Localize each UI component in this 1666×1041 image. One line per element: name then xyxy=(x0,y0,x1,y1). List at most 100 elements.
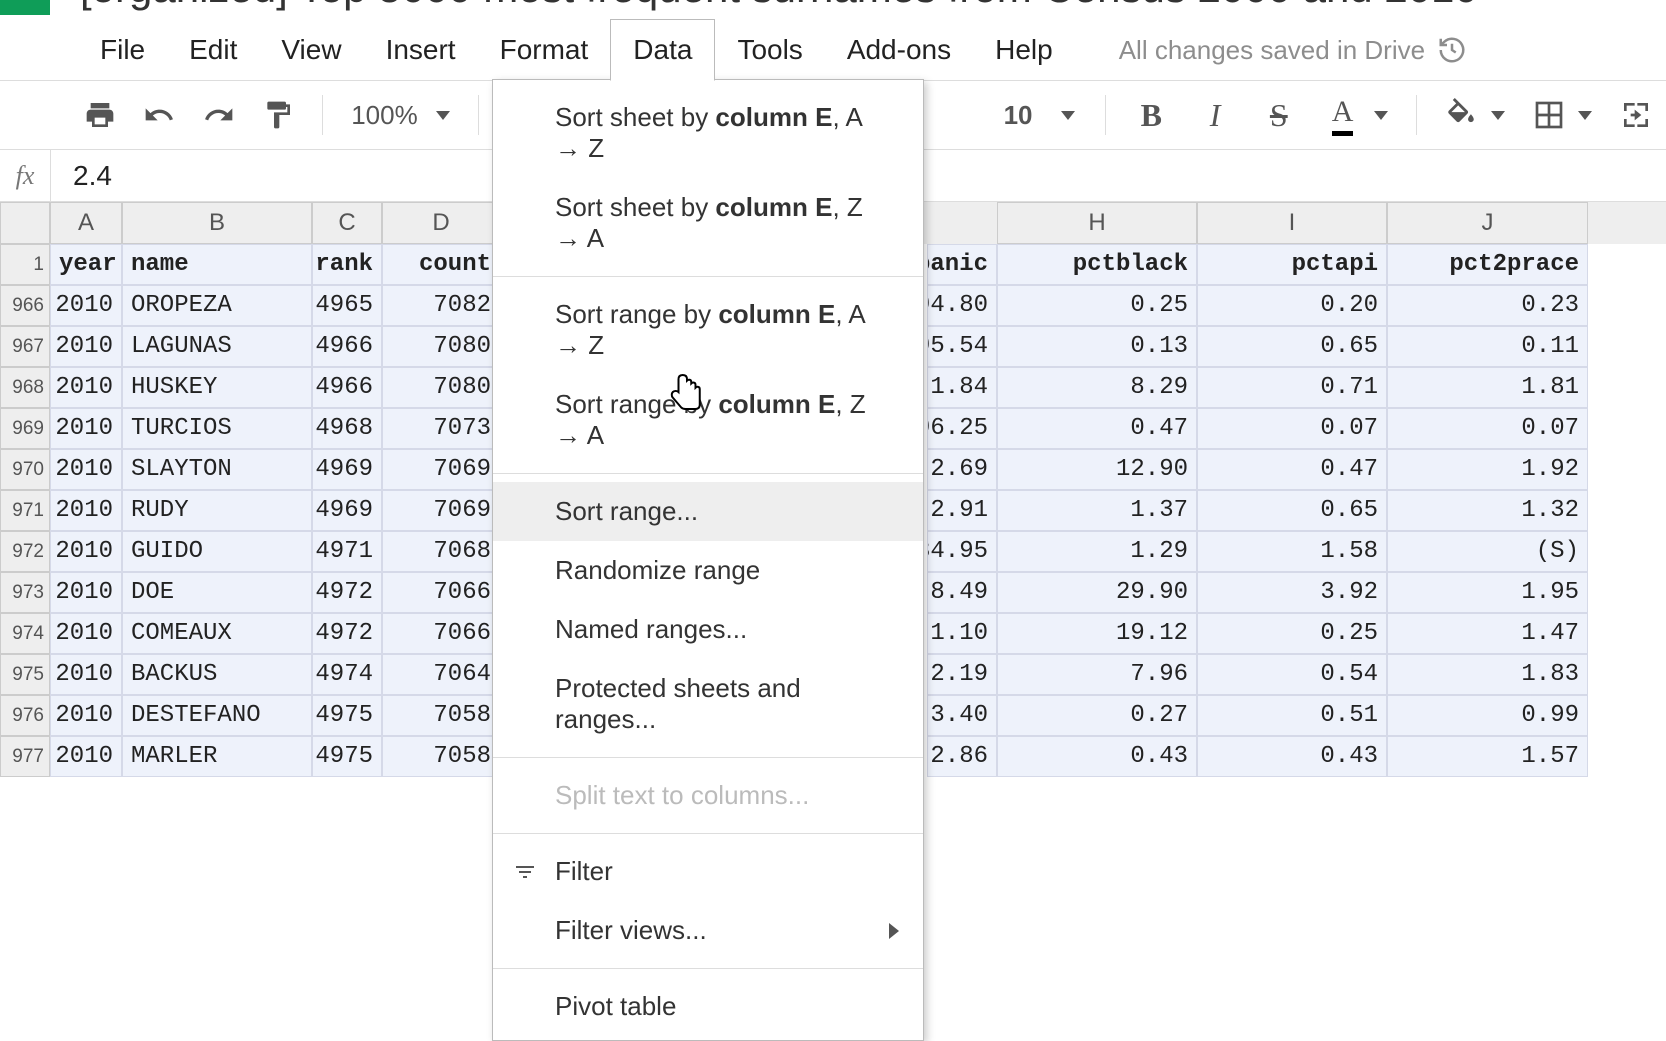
col-header-H[interactable]: H xyxy=(997,202,1197,244)
cell[interactable]: 29.90 xyxy=(997,572,1197,613)
cell[interactable]: 4969 xyxy=(312,449,382,490)
menu-named-ranges[interactable]: Named ranges... xyxy=(493,600,923,659)
cell[interactable]: 0.43 xyxy=(1197,736,1387,777)
cell[interactable]: pctblack xyxy=(997,244,1197,285)
cell[interactable]: pctapi xyxy=(1197,244,1387,285)
row-header[interactable]: 975 xyxy=(0,654,50,695)
col-header-J[interactable]: J xyxy=(1387,202,1588,244)
cell[interactable]: 1.57 xyxy=(1387,736,1588,777)
row-header[interactable]: 971 xyxy=(0,490,50,531)
cell[interactable]: 7069 xyxy=(382,449,500,490)
row-header[interactable]: 972 xyxy=(0,531,50,572)
cell[interactable]: rank xyxy=(312,244,382,285)
cell[interactable]: OROPEZA xyxy=(122,285,312,326)
row-header[interactable]: 966 xyxy=(0,285,50,326)
cell[interactable]: 4972 xyxy=(312,572,382,613)
cell[interactable]: 0.65 xyxy=(1197,490,1387,531)
cell[interactable]: 2010 xyxy=(50,654,122,695)
cell[interactable]: 0.23 xyxy=(1387,285,1588,326)
cell[interactable]: name xyxy=(122,244,312,285)
cell[interactable]: 4972 xyxy=(312,613,382,654)
redo-button[interactable] xyxy=(193,88,245,142)
cell[interactable]: 0.54 xyxy=(1197,654,1387,695)
cell[interactable]: 1.37 xyxy=(997,490,1197,531)
cell[interactable]: TURCIOS xyxy=(122,408,312,449)
cell[interactable]: 4968 xyxy=(312,408,382,449)
menu-sort-sheet-az[interactable]: Sort sheet by column E, A → Z xyxy=(493,88,923,178)
fill-color-button[interactable] xyxy=(1435,88,1487,142)
row-header[interactable]: 976 xyxy=(0,695,50,736)
merge-cells-button[interactable] xyxy=(1610,88,1662,142)
cell[interactable]: 8.49 xyxy=(927,572,997,613)
row-header[interactable]: 1 xyxy=(0,244,50,285)
zoom-control[interactable]: 100% xyxy=(337,100,464,131)
select-all-corner[interactable] xyxy=(0,202,50,244)
cell[interactable]: 0.20 xyxy=(1197,285,1387,326)
cell[interactable]: 7080 xyxy=(382,326,500,367)
cell[interactable]: 2010 xyxy=(50,367,122,408)
cell[interactable]: 3.92 xyxy=(1197,572,1387,613)
row-header[interactable]: 970 xyxy=(0,449,50,490)
cell[interactable]: 1.32 xyxy=(1387,490,1588,531)
document-title[interactable]: [organized] Top 5000 most frequent surna… xyxy=(50,0,1478,12)
cell[interactable]: 95.54 xyxy=(927,326,997,367)
cell[interactable]: 19.12 xyxy=(997,613,1197,654)
menu-format[interactable]: Format xyxy=(478,20,611,80)
cell[interactable]: 1.95 xyxy=(1387,572,1588,613)
cell[interactable]: 1.29 xyxy=(997,531,1197,572)
cell[interactable]: SLAYTON xyxy=(122,449,312,490)
col-header-B[interactable]: B xyxy=(122,202,312,244)
col-header-D[interactable]: D xyxy=(382,202,500,244)
menu-view[interactable]: View xyxy=(259,20,363,80)
italic-button[interactable]: I xyxy=(1191,90,1239,140)
cell[interactable]: LAGUNAS xyxy=(122,326,312,367)
row-header[interactable]: 967 xyxy=(0,326,50,367)
cell[interactable]: 3.40 xyxy=(927,695,997,736)
cell[interactable]: 96.25 xyxy=(927,408,997,449)
cell[interactable]: 0.25 xyxy=(997,285,1197,326)
cell[interactable]: 4966 xyxy=(312,326,382,367)
cell[interactable]: MARLER xyxy=(122,736,312,777)
menu-sort-range-az[interactable]: Sort range by column E, A → Z xyxy=(493,285,923,375)
cell[interactable]: 2010 xyxy=(50,572,122,613)
cell[interactable]: count xyxy=(382,244,500,285)
menu-protected-sheets[interactable]: Protected sheets and ranges... xyxy=(493,659,923,749)
cell[interactable]: 4975 xyxy=(312,695,382,736)
bold-button[interactable]: B xyxy=(1127,90,1175,140)
cell[interactable]: 7058 xyxy=(382,736,500,777)
cell[interactable]: 2.19 xyxy=(927,654,997,695)
cell[interactable]: 7058 xyxy=(382,695,500,736)
menu-data[interactable]: Data xyxy=(610,19,715,81)
paint-format-button[interactable] xyxy=(253,88,305,142)
cell[interactable]: 2010 xyxy=(50,449,122,490)
cell[interactable]: 34.95 xyxy=(927,531,997,572)
menu-tools[interactable]: Tools xyxy=(715,20,824,80)
cell[interactable]: 2010 xyxy=(50,736,122,777)
menu-sort-range-za[interactable]: Sort range by column E, Z → A xyxy=(493,375,923,465)
cell[interactable]: 0.27 xyxy=(997,695,1197,736)
text-color-button[interactable]: A xyxy=(1319,90,1367,140)
cell[interactable]: 0.11 xyxy=(1387,326,1588,367)
row-header[interactable]: 968 xyxy=(0,367,50,408)
cell[interactable]: 7064 xyxy=(382,654,500,695)
cell[interactable]: 4975 xyxy=(312,736,382,777)
row-header[interactable]: 973 xyxy=(0,572,50,613)
font-size-control[interactable]: 10 xyxy=(988,100,1091,131)
borders-button[interactable] xyxy=(1523,88,1575,142)
cell[interactable]: 1.84 xyxy=(927,367,997,408)
cell[interactable]: 2010 xyxy=(50,695,122,736)
cell[interactable]: 4969 xyxy=(312,490,382,531)
cell[interactable]: 2010 xyxy=(50,490,122,531)
cell[interactable]: 2.69 xyxy=(927,449,997,490)
cell[interactable]: 2.86 xyxy=(927,736,997,777)
cell[interactable]: GUIDO xyxy=(122,531,312,572)
cell[interactable]: 1.58 xyxy=(1197,531,1387,572)
strikethrough-button[interactable]: S xyxy=(1255,90,1303,140)
menu-help[interactable]: Help xyxy=(973,20,1075,80)
cell[interactable]: 1.47 xyxy=(1387,613,1588,654)
cell[interactable]: 1.81 xyxy=(1387,367,1588,408)
col-header-C[interactable]: C xyxy=(312,202,382,244)
cell[interactable]: 7082 xyxy=(382,285,500,326)
cell[interactable]: 12.90 xyxy=(997,449,1197,490)
cell[interactable]: 0.65 xyxy=(1197,326,1387,367)
